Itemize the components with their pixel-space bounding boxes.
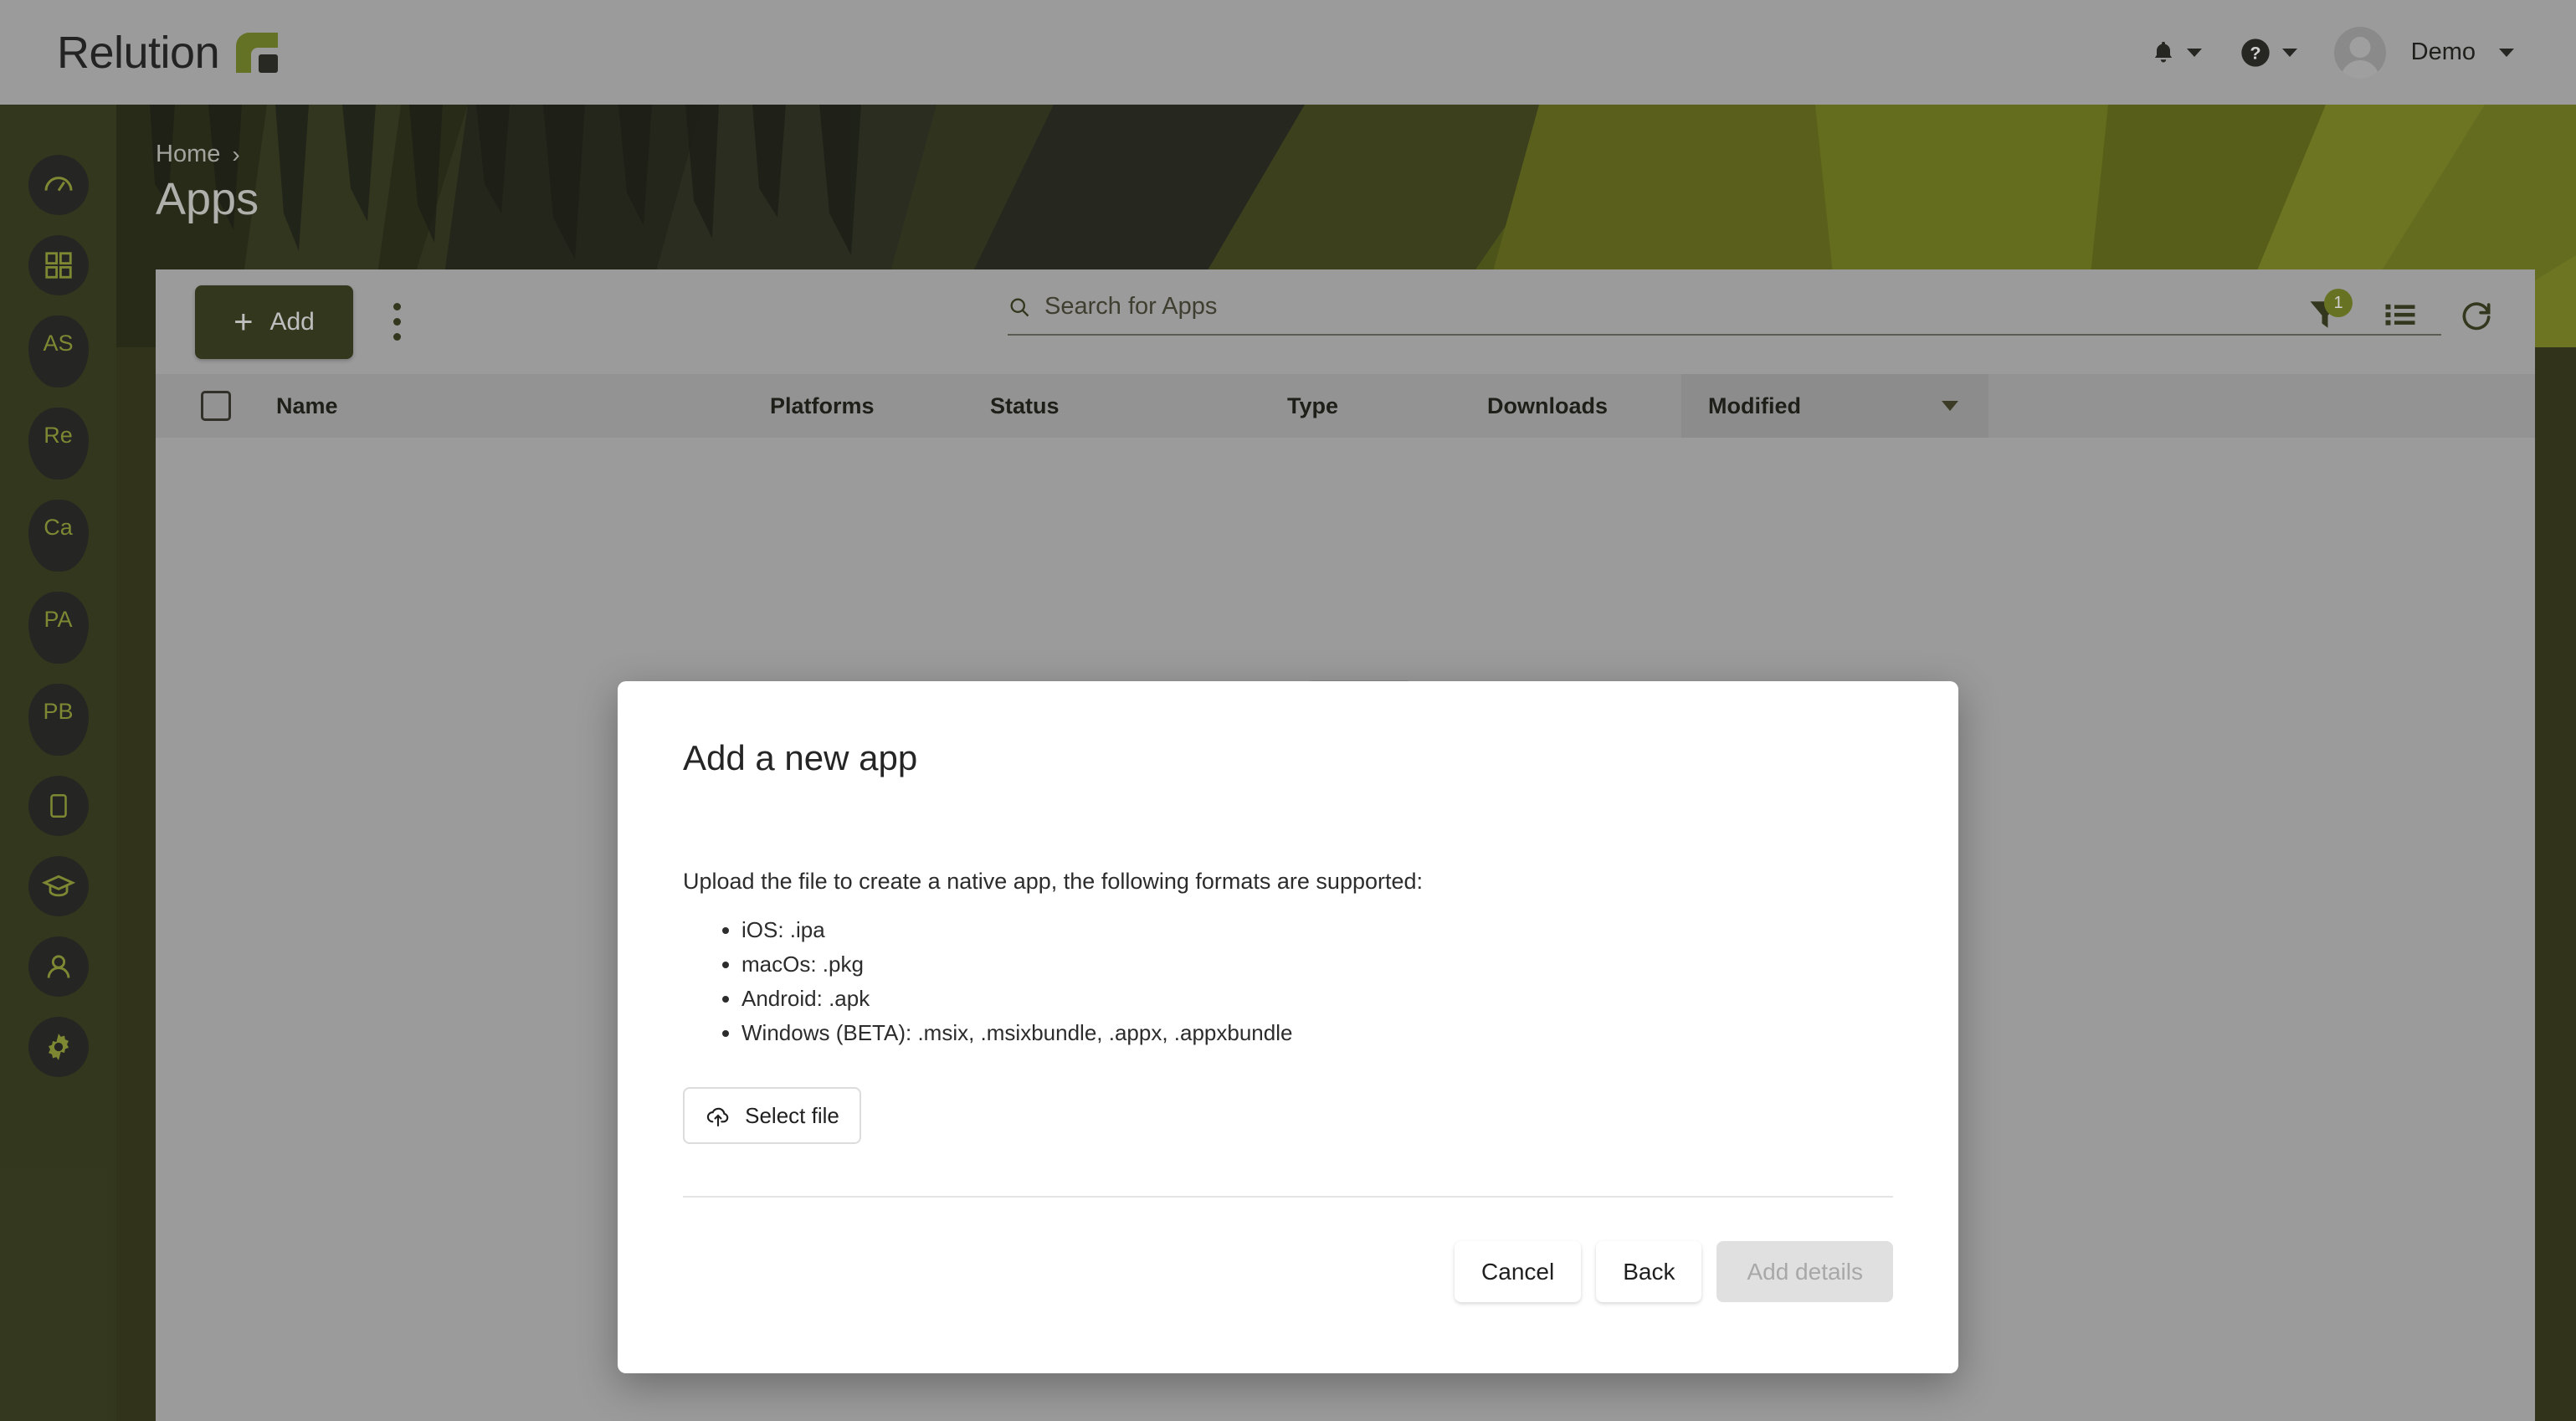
- back-button[interactable]: Back: [1596, 1241, 1702, 1303]
- list-item: Windows (BETA): .msix, .msixbundle, .app…: [741, 1016, 1893, 1050]
- dialog-intro-text: Upload the file to create a native app, …: [683, 869, 1424, 894]
- select-file-button[interactable]: Select file: [683, 1087, 861, 1145]
- select-file-label: Select file: [745, 1102, 839, 1128]
- add-new-app-dialog: Add a new app Upload the file to create …: [618, 681, 1958, 1373]
- dialog-divider: [683, 1196, 1893, 1198]
- dialog-title: Add a new app: [683, 738, 918, 777]
- add-details-button: Add details: [1716, 1241, 1893, 1303]
- cloud-upload-icon: [707, 1108, 729, 1127]
- dialog-footer: Cancel Back Add details: [683, 1241, 1893, 1303]
- list-item: iOS: .ipa: [741, 913, 1893, 947]
- cancel-button[interactable]: Cancel: [1455, 1241, 1582, 1303]
- supported-formats-list: iOS: .ipa macOs: .pkg Android: .apk Wind…: [683, 913, 1893, 1050]
- list-item: Android: .apk: [741, 982, 1893, 1016]
- list-item: macOs: .pkg: [741, 947, 1893, 982]
